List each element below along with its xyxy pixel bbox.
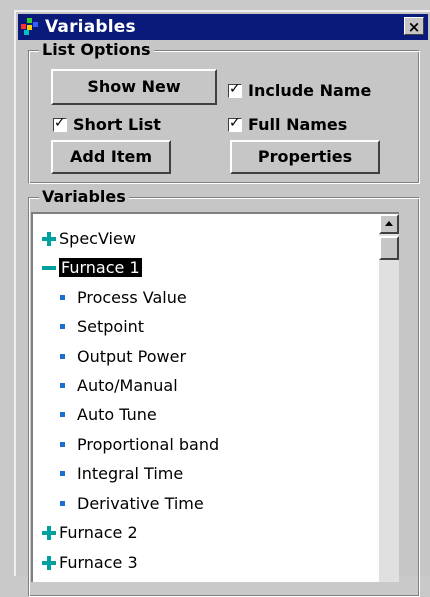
tree-item-proportional-band[interactable]: Proportional band <box>60 435 219 454</box>
expand-plus-icon[interactable] <box>42 525 56 540</box>
include-name-checkbox[interactable]: ✓ Include Name <box>228 81 371 100</box>
app-icon <box>21 18 41 36</box>
tree-item-label: Integral Time <box>77 464 184 483</box>
short-list-label: Short List <box>73 115 161 134</box>
tree-item-label: Derivative Time <box>77 494 204 513</box>
scroll-up-button[interactable] <box>379 214 399 234</box>
properties-button[interactable]: Properties <box>230 140 380 174</box>
tree-item-label: Process Value <box>77 288 187 307</box>
expand-plus-icon[interactable] <box>42 231 56 246</box>
tree-item-label-selected: Furnace 1 <box>59 258 142 277</box>
tree-item-label: Output Power <box>77 347 187 366</box>
scroll-thumb[interactable] <box>379 236 399 260</box>
short-list-checkbox[interactable]: ✓ Short List <box>53 115 161 134</box>
tree-item-output-power[interactable]: Output Power <box>60 347 186 366</box>
tree-item-derivative-time[interactable]: Derivative Time <box>60 494 204 513</box>
tree-item-label: Auto/Manual <box>77 376 178 395</box>
show-new-button[interactable]: Show New <box>51 69 217 105</box>
tree-item-process-value[interactable]: Process Value <box>60 288 187 307</box>
tree-item-furnace-3[interactable]: Furnace 3 <box>42 553 138 572</box>
bullet-icon <box>60 471 65 476</box>
bullet-icon <box>60 442 65 447</box>
checkmark-icon: ✓ <box>54 114 66 131</box>
title-bar[interactable]: Variables × <box>18 14 428 40</box>
tree-item-label: Furnace 2 <box>59 523 138 542</box>
tree-item-label: Proportional band <box>77 435 220 454</box>
variables-tree[interactable]: SpecView Furnace 1 Process Value Setpoin… <box>31 212 399 582</box>
tree-item-label: Furnace 3 <box>59 553 138 572</box>
short-list-box[interactable]: ✓ <box>53 114 67 132</box>
full-names-label: Full Names <box>248 115 348 134</box>
tree-item-auto-tune[interactable]: Auto Tune <box>60 405 157 424</box>
variables-legend: Variables <box>39 187 129 206</box>
bullet-icon <box>60 501 65 506</box>
window-title: Variables <box>45 17 136 37</box>
close-button[interactable]: × <box>404 17 424 36</box>
tree-item-integral-time[interactable]: Integral Time <box>60 464 183 483</box>
full-names-checkbox[interactable]: ✓ Full Names <box>228 115 347 134</box>
add-item-button[interactable]: Add Item <box>51 140 171 174</box>
tree-item-furnace-1[interactable]: Furnace 1 <box>42 258 142 277</box>
tree-item-specview[interactable]: SpecView <box>42 229 136 248</box>
bullet-icon <box>60 324 65 329</box>
tree-item-label: Auto Tune <box>77 405 157 424</box>
tree-item-label: Setpoint <box>77 317 145 336</box>
tree-item-auto-manual[interactable]: Auto/Manual <box>60 376 178 395</box>
tree-item-furnace-2[interactable]: Furnace 2 <box>42 523 138 542</box>
bullet-icon <box>60 354 65 359</box>
bullet-icon <box>60 412 65 417</box>
tree-item-setpoint[interactable]: Setpoint <box>60 317 144 336</box>
include-name-label: Include Name <box>248 81 372 100</box>
include-name-box[interactable]: ✓ <box>228 80 242 98</box>
checkmark-icon: ✓ <box>229 80 241 97</box>
vertical-scrollbar[interactable] <box>379 214 399 582</box>
expand-plus-icon[interactable] <box>42 555 56 570</box>
full-names-box[interactable]: ✓ <box>228 114 242 132</box>
list-options-legend: List Options <box>39 40 154 59</box>
checkmark-icon: ✓ <box>229 114 241 131</box>
collapse-minus-icon[interactable] <box>42 265 56 270</box>
bullet-icon <box>60 295 65 300</box>
tree-item-label: SpecView <box>59 229 136 248</box>
bullet-icon <box>60 383 65 388</box>
